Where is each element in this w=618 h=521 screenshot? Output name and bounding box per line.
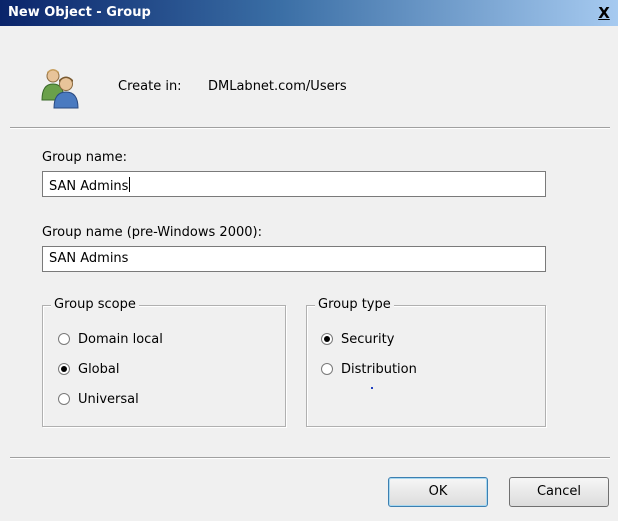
stray-pixel [371, 387, 373, 389]
create-in-path: DMLabnet.com/Users [208, 79, 347, 94]
radio-universal-label: Universal [78, 391, 139, 407]
create-in-label: Create in: [118, 79, 182, 94]
radio-distribution-label: Distribution [341, 361, 417, 377]
group-name-pre2000-value: SAN Admins [49, 251, 129, 266]
separator-bottom [10, 457, 610, 459]
radio-security-label: Security [341, 331, 395, 347]
radio-selected-dot [61, 366, 67, 372]
group-name-pre2000-input[interactable]: SAN Admins [42, 246, 546, 272]
separator-top [10, 127, 610, 129]
radio-button-icon[interactable] [58, 393, 70, 405]
text-caret [129, 177, 131, 192]
radio-global[interactable]: Global [58, 360, 119, 378]
radio-button-icon[interactable] [58, 333, 70, 345]
group-users-icon [40, 66, 80, 110]
group-name-label: Group name: [42, 150, 127, 165]
radio-domain-local[interactable]: Domain local [58, 330, 163, 348]
group-name-value: SAN Admins [49, 179, 129, 194]
close-icon[interactable]: X [594, 3, 614, 23]
radio-button-icon[interactable] [321, 363, 333, 375]
cancel-button[interactable]: Cancel [509, 477, 609, 507]
group-scope-title: Group scope [51, 297, 139, 313]
group-name-input[interactable]: SAN Admins [42, 171, 546, 197]
radio-security[interactable]: Security [321, 330, 394, 348]
title-bar[interactable]: New Object - Group X [0, 0, 618, 26]
radio-distribution[interactable]: Distribution [321, 360, 417, 378]
window-title: New Object - Group [8, 5, 151, 20]
radio-domain-local-label: Domain local [78, 331, 163, 347]
radio-selected-dot [324, 336, 330, 342]
group-name-pre2000-label: Group name (pre-Windows 2000): [42, 225, 262, 240]
group-scope-groupbox: Group scope Domain local Global Universa… [42, 297, 286, 427]
radio-global-label: Global [78, 361, 120, 377]
group-type-title: Group type [315, 297, 394, 313]
radio-button-icon[interactable] [58, 363, 70, 375]
ok-button[interactable]: OK [388, 477, 488, 507]
new-object-group-dialog: New Object - Group X Create in: DMLabnet… [0, 0, 618, 521]
radio-button-icon[interactable] [321, 333, 333, 345]
group-type-groupbox: Group type Security Distribution [306, 297, 546, 427]
radio-universal[interactable]: Universal [58, 390, 139, 408]
